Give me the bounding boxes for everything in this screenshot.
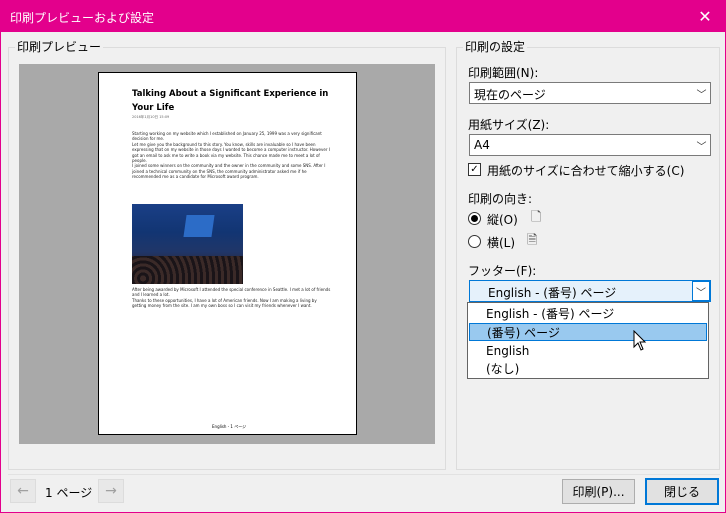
photo-screen bbox=[183, 215, 215, 237]
page-count: 1 ページ bbox=[45, 486, 93, 500]
page-paragraph: I joined some winners on the community a… bbox=[132, 163, 326, 180]
mouse-cursor-icon bbox=[633, 330, 647, 351]
print-range-select[interactable]: 現在のページ ﹀ bbox=[469, 82, 711, 104]
orientation-label: 印刷の向き: bbox=[468, 192, 533, 206]
paper-size-value: A4 bbox=[474, 138, 490, 152]
chevron-down-icon: ﹀ bbox=[692, 135, 710, 155]
footer-option-english[interactable]: English bbox=[469, 342, 707, 360]
chevron-down-icon: ﹀ bbox=[692, 281, 710, 301]
close-window-icon[interactable]: ✕ bbox=[685, 1, 725, 32]
next-page-button[interactable]: → bbox=[98, 479, 124, 503]
arrow-left-icon: ← bbox=[17, 483, 29, 499]
portrait-label: 縦(O) bbox=[487, 213, 518, 227]
footer-value: English - (番号) ページ bbox=[488, 286, 617, 300]
landscape-radio[interactable] bbox=[468, 235, 481, 248]
landscape-page-icon: 🗎 bbox=[527, 233, 538, 248]
preview-group: 印刷プレビュー Talking About a Significant Expe… bbox=[8, 40, 446, 470]
footer-label: フッター(F): bbox=[468, 264, 537, 278]
preview-canvas[interactable]: Talking About a Significant Experience i… bbox=[19, 64, 435, 444]
page-footer: English - 1 ページ bbox=[212, 424, 247, 429]
print-button[interactable]: 印刷(P)... bbox=[562, 479, 635, 504]
page-paragraph: Starting working on my website which I e… bbox=[132, 131, 322, 142]
page-meta: 2016年1月10日 15:09 bbox=[132, 115, 170, 119]
page-body-2: After being awarded by Microsoft I atten… bbox=[132, 287, 332, 309]
footer-option-number[interactable]: (番号) ページ bbox=[469, 323, 707, 341]
footer-option-none[interactable]: (なし) bbox=[469, 360, 707, 378]
fit-to-paper-checkbox[interactable]: ✓ bbox=[468, 163, 481, 176]
footer-select[interactable]: English - (番号) ページ ﹀ bbox=[469, 280, 711, 302]
paper-size-label: 用紙サイズ(Z): bbox=[468, 118, 550, 132]
prev-page-button[interactable]: ← bbox=[10, 479, 36, 503]
portrait-page-icon: 🗋 bbox=[531, 210, 542, 225]
landscape-label: 横(L) bbox=[487, 236, 516, 250]
photo-crowd bbox=[132, 256, 243, 284]
footer-dropdown-list: English - (番号) ページ (番号) ページ English (なし) bbox=[467, 302, 709, 379]
chevron-down-icon: ﹀ bbox=[692, 83, 710, 103]
print-range-value: 現在のページ bbox=[474, 88, 546, 102]
print-range-label: 印刷範囲(N): bbox=[468, 66, 539, 80]
window-title: 印刷プレビューおよび設定 bbox=[10, 11, 155, 25]
settings-group: 印刷の設定 印刷範囲(N): 現在のページ ﹀ 用紙サイズ(Z): A4 ﹀ ✓… bbox=[456, 40, 720, 470]
paper-size-select[interactable]: A4 ﹀ bbox=[469, 134, 711, 156]
portrait-radio[interactable] bbox=[468, 212, 481, 225]
page-paragraph: After being awarded by Microsoft I atten… bbox=[132, 287, 331, 298]
preview-page: Talking About a Significant Experience i… bbox=[98, 72, 357, 435]
page-body-1: Starting working on my website which I e… bbox=[132, 131, 332, 180]
close-button[interactable]: 閉じる bbox=[645, 478, 719, 505]
page-photo bbox=[132, 204, 243, 284]
print-preview-dialog: 印刷プレビューおよび設定 ✕ 印刷プレビュー Talking About a S… bbox=[0, 0, 726, 513]
page-paragraph: Thanks to these opportunities, I have a … bbox=[132, 297, 317, 309]
preview-group-label: 印刷プレビュー bbox=[15, 40, 104, 54]
page-paragraph: Let me give you the background to this s… bbox=[132, 141, 330, 164]
fit-to-paper-label: 用紙のサイズに合わせて縮小する(C) bbox=[487, 164, 685, 178]
title-bar: 印刷プレビューおよび設定 ✕ bbox=[1, 1, 725, 32]
arrow-right-icon: → bbox=[105, 483, 117, 499]
footer-option-english-number[interactable]: English - (番号) ページ bbox=[469, 305, 707, 323]
footer-separator bbox=[8, 474, 720, 475]
page-title: Talking About a Significant Experience i… bbox=[132, 89, 329, 113]
settings-group-label: 印刷の設定 bbox=[463, 40, 528, 54]
